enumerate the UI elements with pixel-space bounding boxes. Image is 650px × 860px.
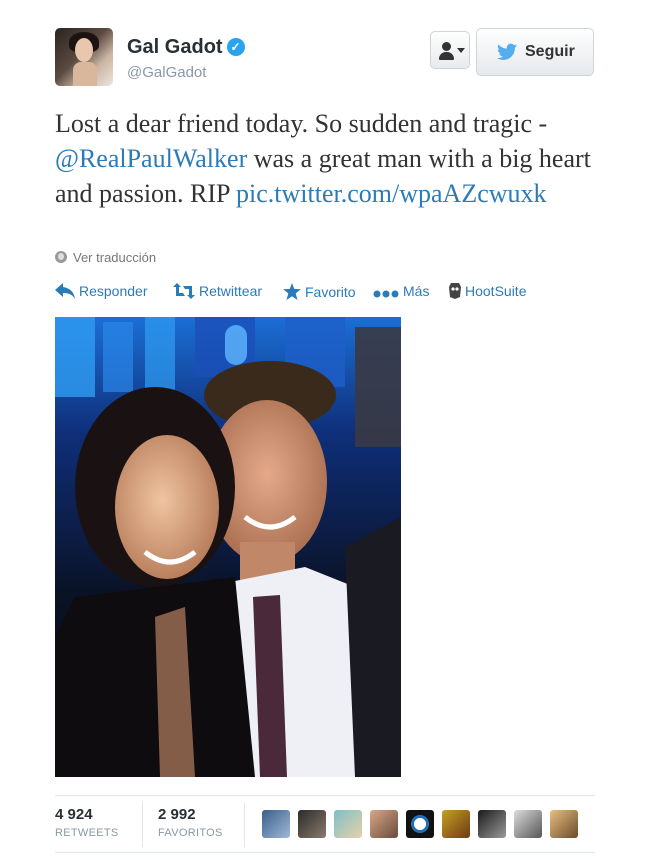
user-icon [442, 42, 451, 51]
hootsuite-action[interactable]: HootSuite [449, 283, 526, 303]
user-name-text[interactable]: Gal Gadot [127, 36, 223, 58]
twitter-bird-icon [497, 43, 517, 60]
user-icon-body [439, 52, 454, 60]
reply-label: Responder [79, 283, 148, 299]
hootsuite-label: HootSuite [465, 283, 527, 299]
follow-button[interactable]: Seguir [476, 28, 594, 76]
retweets-count: 4 924 [55, 806, 93, 823]
translate-label: Ver traducción [73, 250, 157, 265]
mention-link[interactable]: @RealPaulWalker [55, 144, 247, 173]
stats-separator [142, 802, 143, 847]
verified-badge-icon: ✓ [226, 38, 245, 56]
globe-icon [55, 251, 67, 263]
follow-button-label: Seguir [525, 43, 575, 60]
favoriter-avatar[interactable] [334, 810, 362, 838]
favorite-action[interactable]: Favorito [283, 283, 356, 303]
retweets-stat[interactable]: 4 924 RETWEETS [55, 806, 119, 839]
favoriter-avatar[interactable] [478, 810, 506, 838]
retweet-label: Retwittear [199, 283, 263, 299]
more-dots-icon [373, 290, 399, 298]
caret-down-icon [457, 48, 465, 53]
stats-bottom-divider [55, 852, 595, 853]
favorites-stat[interactable]: 2 992 FAVORITOS [158, 806, 223, 839]
stats-separator [244, 802, 245, 847]
tweet-header: Gal Gadot ✓ @GalGadot Seguir [55, 28, 595, 90]
user-name[interactable]: Gal Gadot ✓ [127, 36, 245, 59]
reply-arrow-icon [55, 283, 75, 299]
favoriter-avatar[interactable] [442, 810, 470, 838]
favorite-label: Favorito [305, 284, 356, 300]
user-actions-dropdown-button[interactable] [430, 31, 470, 69]
favoriter-avatar[interactable] [370, 810, 398, 838]
retweets-label: RETWEETS [55, 827, 119, 839]
retweet-icon [173, 283, 195, 299]
user-handle[interactable]: @GalGadot [127, 64, 206, 81]
favoriter-avatar[interactable] [262, 810, 290, 838]
reply-action[interactable]: Responder [55, 283, 148, 303]
favorites-label: FAVORITOS [158, 827, 223, 839]
user-avatar[interactable] [55, 28, 113, 86]
favoriter-avatar[interactable] [550, 810, 578, 838]
favoriter-avatar[interactable] [298, 810, 326, 838]
tweet-text: Lost a dear friend today. So sudden and … [55, 106, 595, 211]
more-action[interactable]: Más [373, 283, 429, 303]
tweet-photo-image [55, 317, 401, 777]
favorites-count: 2 992 [158, 806, 196, 823]
star-icon [283, 283, 301, 300]
tweet-text-part: Lost a dear friend today. So sudden and … [55, 109, 548, 138]
stats-top-divider [55, 795, 595, 796]
more-label: Más [403, 283, 430, 299]
retweet-action[interactable]: Retwittear [173, 283, 262, 303]
hootsuite-owl-icon [449, 283, 461, 299]
tweet-photo[interactable] [55, 317, 401, 777]
favoriter-avatar[interactable] [406, 810, 434, 838]
favoriter-avatar[interactable] [514, 810, 542, 838]
pic-link[interactable]: pic.twitter.com/wpaAZcwuxk [236, 179, 546, 208]
translate-link[interactable]: Ver traducción [55, 250, 156, 265]
